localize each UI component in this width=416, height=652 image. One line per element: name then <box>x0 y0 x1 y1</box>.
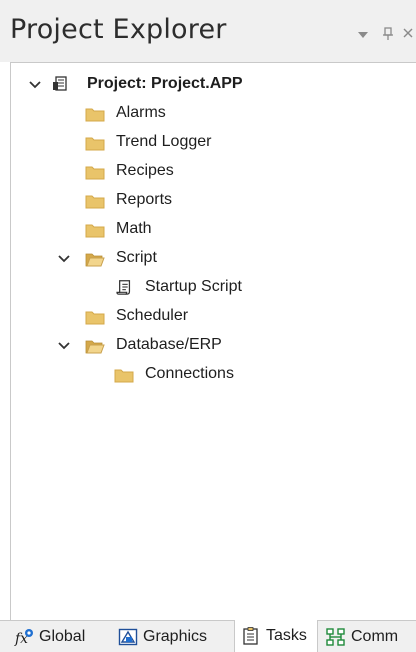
project-tree: Project: Project.APP Alarms Trend Logger… <box>10 62 416 620</box>
tab-label: Global <box>39 627 86 645</box>
explorer-tab-bar: fx Global Graphics Tasks Comm <box>0 620 416 652</box>
tree-item-reports[interactable]: Reports <box>11 189 401 213</box>
tree-item-label: Script <box>116 249 157 266</box>
tree-item-label: Reports <box>116 191 173 208</box>
chevron-down-icon[interactable] <box>57 252 71 266</box>
tree-root-node[interactable]: Project: Project.APP <box>11 73 401 97</box>
tab-label: Tasks <box>266 627 307 644</box>
folder-open-icon <box>85 340 105 354</box>
graphics-icon <box>118 628 138 645</box>
folder-icon <box>85 166 105 180</box>
close-icon[interactable] <box>403 26 413 41</box>
chevron-down-icon[interactable] <box>28 78 42 92</box>
tasks-icon <box>243 627 258 645</box>
tree-item-label: Recipes <box>116 162 174 179</box>
folder-icon <box>85 108 105 122</box>
tree-root-label: Project: Project.APP <box>87 75 243 92</box>
tree-item-label: Connections <box>145 365 234 382</box>
fx-icon: fx <box>14 628 33 646</box>
panel-title-bar: Project Explorer <box>0 0 416 62</box>
tree-item-math[interactable]: Math <box>11 218 401 242</box>
panel-menu-dropdown-icon[interactable] <box>358 29 368 42</box>
chevron-down-icon[interactable] <box>57 339 71 353</box>
project-icon <box>53 76 67 91</box>
tree-item-alarms[interactable]: Alarms <box>11 102 401 126</box>
tree-item-label: Alarms <box>116 104 166 121</box>
tab-global[interactable]: fx Global <box>14 621 109 652</box>
folder-open-icon <box>85 253 105 267</box>
folder-icon <box>85 195 105 209</box>
tree-item-label: Scheduler <box>116 307 189 324</box>
tree-item-startup-script[interactable]: Startup Script <box>11 276 401 300</box>
comm-icon <box>326 627 345 646</box>
tree-item-connections[interactable]: Connections <box>11 363 401 387</box>
folder-icon <box>85 224 105 238</box>
folder-icon <box>114 369 134 383</box>
tree-item-label: Math <box>116 220 152 237</box>
tab-label: Comm <box>351 627 399 645</box>
tree-item-label: Database/ERP <box>116 336 222 353</box>
tree-item-label: Trend Logger <box>116 133 212 150</box>
folder-icon <box>85 311 105 325</box>
tree-item-label: Startup Script <box>145 278 242 295</box>
tab-comm[interactable]: Comm <box>326 621 416 652</box>
tab-tasks[interactable]: Tasks <box>234 620 318 652</box>
panel-title: Project Explorer <box>10 14 227 45</box>
tree-item-recipes[interactable]: Recipes <box>11 160 401 184</box>
pin-icon[interactable] <box>382 27 394 44</box>
folder-icon <box>85 137 105 151</box>
tab-label: Graphics <box>143 627 208 645</box>
tree-item-trend-logger[interactable]: Trend Logger <box>11 131 401 155</box>
tree-item-scheduler[interactable]: Scheduler <box>11 305 401 329</box>
tab-graphics[interactable]: Graphics <box>118 621 228 652</box>
script-icon <box>116 280 131 295</box>
tree-item-script[interactable]: Script <box>11 247 401 271</box>
tree-item-database-erp[interactable]: Database/ERP <box>11 334 401 358</box>
